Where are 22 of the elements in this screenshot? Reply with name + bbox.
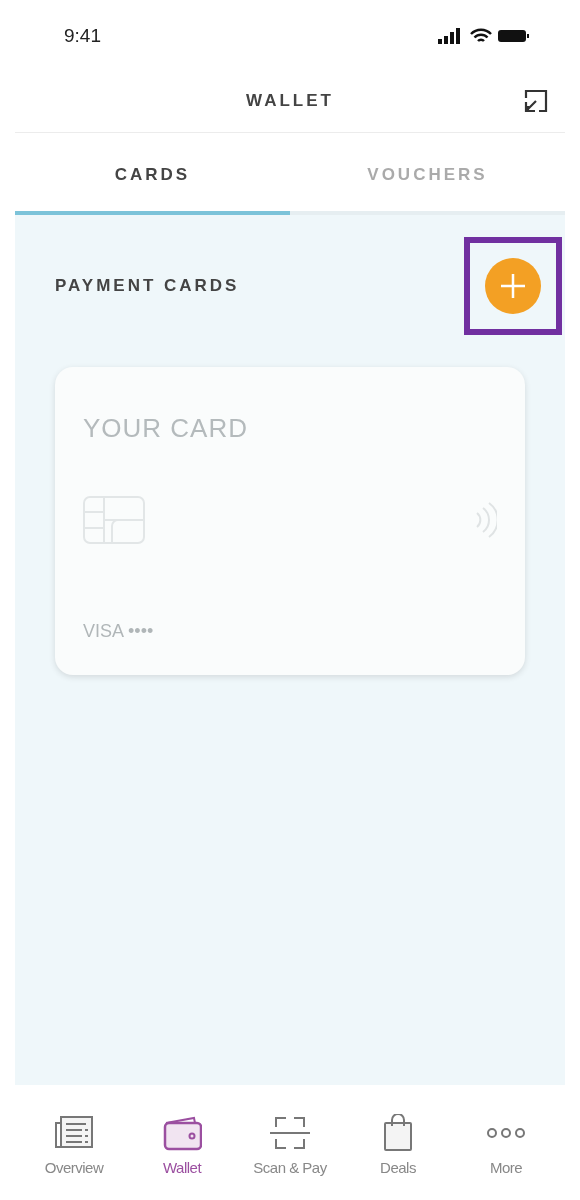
plus-icon (499, 272, 527, 300)
nav-item[interactable]: Deals (344, 1113, 452, 1180)
scan-icon (268, 1115, 312, 1151)
nav-item[interactable]: Overview (20, 1113, 128, 1180)
card-title: YOUR CARD (83, 412, 249, 445)
wallet-icon (162, 1115, 202, 1151)
page-title: WALLET (246, 90, 334, 113)
nav-item[interactable]: More (452, 1113, 560, 1180)
more-icon (486, 1126, 526, 1140)
payment-card[interactable]: YOUR CARD VISA •••• (55, 367, 525, 675)
nav-item[interactable]: Scan & Pay (236, 1113, 344, 1180)
chip-icon (83, 496, 145, 544)
collapse-icon[interactable] (523, 88, 549, 114)
status-time: 9:41 (64, 23, 101, 48)
nav-item[interactable]: Wallet (128, 1113, 236, 1180)
contactless-icon (475, 500, 497, 540)
card-network: VISA •••• (83, 620, 155, 643)
newspaper-icon (54, 1115, 94, 1151)
shopping-bag-icon (382, 1114, 414, 1152)
wifi-icon (470, 28, 492, 44)
section-title: PAYMENT CARDS (55, 275, 240, 298)
battery-icon (498, 29, 530, 43)
